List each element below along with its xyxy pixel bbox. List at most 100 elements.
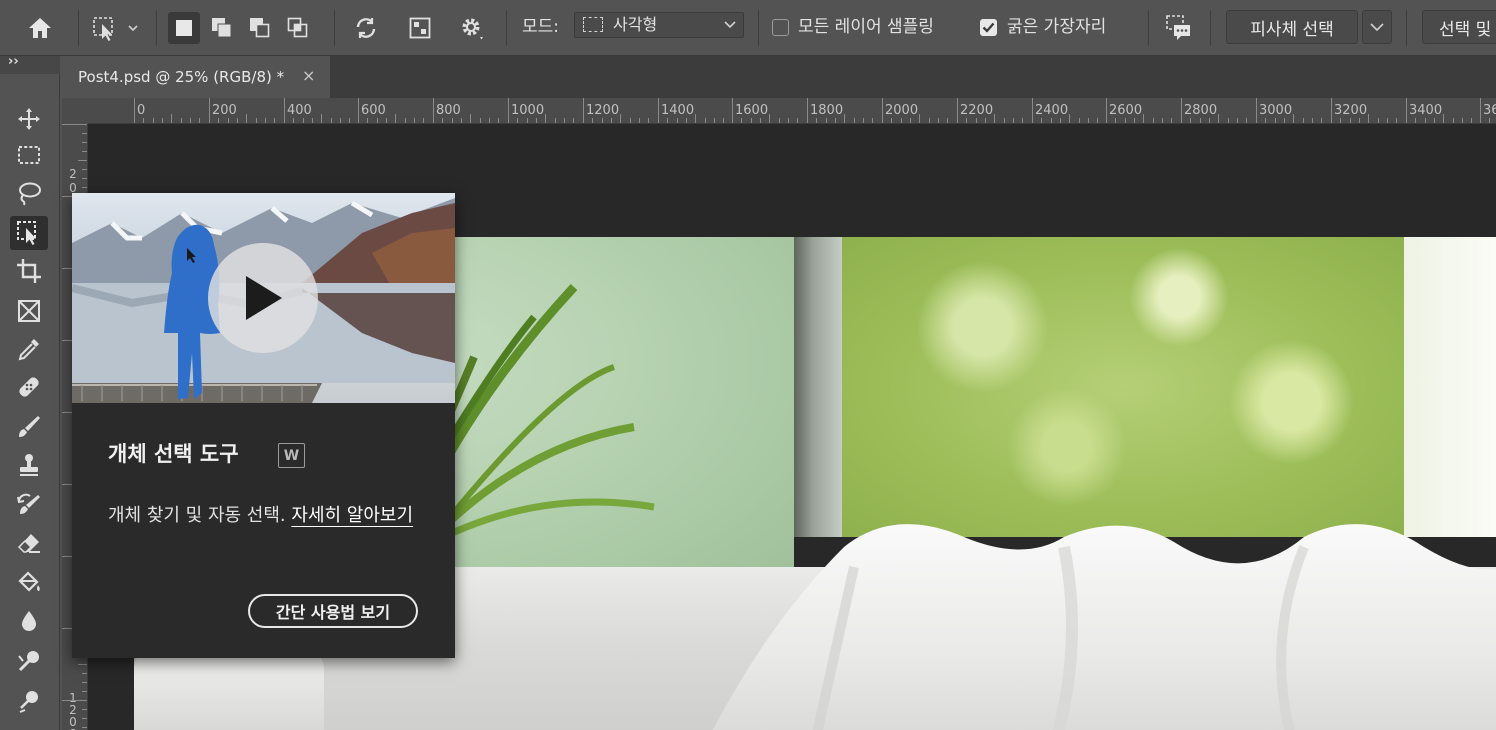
- new-selection-button[interactable]: [168, 12, 200, 44]
- ruler-minor-tick: [723, 118, 724, 123]
- ruler-label: 3000: [1259, 103, 1293, 118]
- ruler-minor-tick: [1237, 118, 1238, 123]
- ruler-minor-tick: [274, 118, 275, 123]
- ruler-minor-tick: [947, 118, 948, 123]
- object-selection-tool[interactable]: [10, 216, 48, 250]
- spot-healing-brush-tool[interactable]: [10, 370, 48, 404]
- brush-tool[interactable]: [10, 410, 48, 444]
- ruler-minor-tick: [1153, 118, 1154, 123]
- ruler-minor-tick: [331, 118, 332, 123]
- ruler-minor-tick: [405, 118, 406, 123]
- ruler-label: 0: [137, 103, 146, 118]
- overlay-grid-icon: [409, 17, 431, 39]
- horizontal-ruler[interactable]: 0 200 400 600 800 1000 1200 1400 1600 1800 2000 220…: [88, 98, 1496, 124]
- blur-tool[interactable]: [10, 604, 48, 638]
- dodge-tool[interactable]: [10, 644, 48, 678]
- ruler-minor-tick: [1143, 114, 1144, 123]
- lasso-tool[interactable]: [10, 176, 48, 210]
- ruler-tick: [78, 664, 87, 665]
- crop-tool[interactable]: [10, 254, 48, 288]
- mode-select[interactable]: 사각형: [574, 12, 744, 38]
- clone-stamp-tool[interactable]: [10, 448, 48, 482]
- checkmark-icon: [982, 22, 995, 33]
- ruler-minor-tick: [1079, 118, 1080, 123]
- ruler-minor-tick: [769, 114, 770, 123]
- ruler-minor-tick: [592, 118, 593, 123]
- refresh-button[interactable]: [350, 12, 382, 44]
- ruler-label: 3200: [1334, 103, 1368, 118]
- eyedropper-tool[interactable]: [10, 332, 48, 366]
- paint-bucket-tool[interactable]: [10, 566, 48, 600]
- ruler-minor-tick: [891, 118, 892, 123]
- ruler-label: 2000: [885, 103, 919, 118]
- ruler-minor-tick: [555, 118, 556, 123]
- sofa-arm: [134, 647, 324, 730]
- rectangular-marquee-tool[interactable]: [10, 138, 48, 172]
- ruler-minor-tick: [1171, 118, 1172, 123]
- select-and-mask-button[interactable]: 선택 및: [1422, 10, 1496, 44]
- ruler-label: 800: [436, 103, 461, 118]
- object-finder-overlay-button[interactable]: [404, 12, 436, 44]
- shortcut-key-badge: W: [278, 443, 305, 468]
- refresh-icon: [356, 18, 376, 38]
- ruler-tick: [82, 178, 87, 179]
- add-to-selection-button[interactable]: [206, 12, 238, 44]
- ruler-minor-tick: [489, 118, 490, 123]
- document-tab[interactable]: Post4.psd @ 25% (RGB/8) * ×: [62, 56, 330, 98]
- ruler-minor-tick: [293, 118, 294, 123]
- history-brush-tool[interactable]: [10, 488, 48, 522]
- select-subject-button[interactable]: 피사체 선택: [1226, 10, 1358, 44]
- ruler-minor-tick: [1359, 118, 1360, 123]
- ruler-major-tick: [358, 98, 359, 123]
- ruler-major-tick: [957, 98, 958, 123]
- select-subject-dropdown[interactable]: [1362, 10, 1392, 44]
- hard-edge-checkbox[interactable]: [980, 19, 997, 36]
- ruler-minor-tick: [1489, 118, 1490, 123]
- paint-bucket-icon: [18, 571, 40, 592]
- double-chevron-icon: ››: [8, 54, 19, 69]
- intersect-selection-button[interactable]: [282, 12, 314, 44]
- object-selection-feedback-button[interactable]: [1163, 12, 1195, 44]
- ruler-minor-tick: [1312, 118, 1313, 123]
- ruler-minor-tick: [414, 118, 415, 123]
- frame-tool[interactable]: [10, 294, 48, 328]
- ruler-minor-tick: [536, 118, 537, 123]
- sample-all-layers-checkbox[interactable]: [772, 19, 789, 36]
- home-icon[interactable]: [24, 12, 56, 44]
- settings-button[interactable]: [456, 12, 488, 44]
- ruler-minor-tick: [470, 114, 471, 123]
- separator: [78, 10, 79, 46]
- ruler-label: 200: [212, 103, 237, 118]
- ruler-minor-tick: [1013, 118, 1014, 123]
- ruler-minor-tick: [985, 118, 986, 123]
- close-tab-icon[interactable]: ×: [302, 66, 315, 85]
- move-tool[interactable]: [10, 102, 48, 136]
- toolbar-collapse-toggle[interactable]: ››: [0, 54, 60, 74]
- ruler-minor-tick: [695, 114, 696, 123]
- frame-icon: [18, 300, 40, 322]
- eraser-tool[interactable]: [10, 526, 48, 560]
- ruler-minor-tick: [349, 118, 350, 123]
- object-selection-icon: [17, 221, 36, 245]
- ruler-minor-tick: [237, 118, 238, 123]
- tutorial-video-thumbnail[interactable]: [72, 193, 455, 403]
- learn-more-link[interactable]: 자세히 알아보기: [291, 505, 413, 526]
- play-button[interactable]: [208, 243, 318, 353]
- ruler-minor-tick: [1387, 118, 1388, 123]
- separator: [1148, 10, 1149, 46]
- object-selection-tool-preset-icon: [93, 17, 138, 41]
- tool-preset-picker[interactable]: [88, 12, 142, 44]
- ruler-minor-tick: [1462, 118, 1463, 123]
- ruler-minor-tick: [461, 118, 462, 123]
- subtract-from-selection-button[interactable]: [244, 12, 276, 44]
- ruler-minor-tick: [303, 118, 304, 123]
- ruler-origin[interactable]: [62, 98, 88, 124]
- ruler-minor-tick: [1425, 118, 1426, 123]
- play-icon: [246, 276, 282, 320]
- ruler-minor-tick: [573, 118, 574, 123]
- quick-tutorial-button[interactable]: 간단 사용법 보기: [248, 594, 418, 628]
- ruler-minor-tick: [994, 114, 995, 123]
- ruler-label: 600: [361, 103, 386, 118]
- pen-tool[interactable]: [10, 684, 48, 718]
- ruler-label: 1800: [810, 103, 844, 118]
